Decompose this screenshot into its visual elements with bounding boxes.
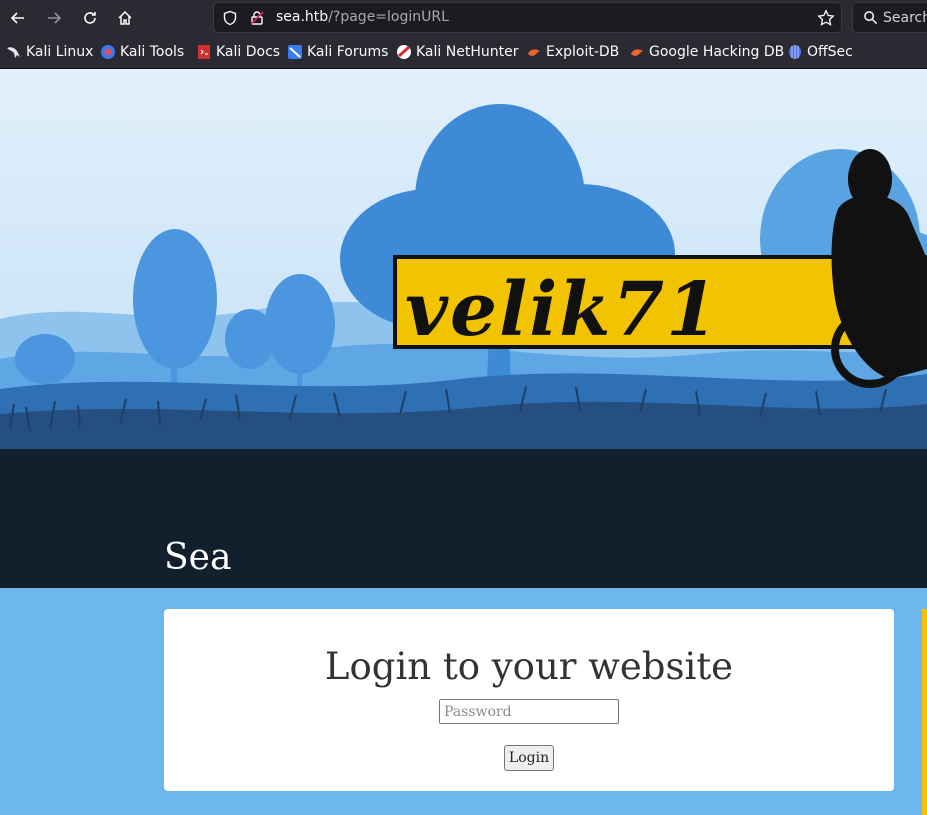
forward-button[interactable] (40, 4, 68, 32)
bookmark-label: Kali Tools (120, 44, 185, 60)
bookmark-kali-nethunter[interactable]: Kali NetHunter (396, 43, 518, 61)
bookmark-label: Google Hacking DB (649, 44, 785, 60)
exploit-db-icon (528, 49, 540, 56)
bookmark-label: Kali Forums (307, 44, 389, 60)
url-host: sea.htb (276, 9, 329, 25)
url-path: /?page=loginURL (328, 9, 449, 25)
bookmark-kali-docs[interactable]: Kali Docs (196, 43, 280, 61)
password-input[interactable] (439, 699, 619, 724)
bookmark-label: Kali Docs (216, 44, 281, 60)
ghdb-icon (631, 49, 643, 56)
kali-docs-icon (198, 45, 210, 59)
bookmark-label: OffSec (807, 44, 853, 60)
bookmark-kali-tools[interactable]: Kali Tools (100, 43, 184, 61)
search-placeholder: Search (883, 10, 927, 26)
banner-logo-text: velik71 (405, 267, 720, 353)
bookmark-google-hacking-db[interactable]: Google Hacking DB (629, 43, 784, 61)
bookmark-exploit-db[interactable]: Exploit-DB (526, 43, 619, 61)
search-box[interactable]: Search (852, 2, 927, 33)
kali-tools-icon (101, 45, 115, 59)
bookmark-offsec[interactable]: OffSec (787, 43, 853, 61)
url-text[interactable]: sea.htb/?page=loginURL (276, 9, 449, 25)
reload-icon (84, 12, 96, 24)
bookmark-label: Exploit-DB (546, 44, 620, 60)
search-icon (864, 11, 878, 25)
kali-nethunter-icon (397, 45, 411, 59)
login-heading: Login to your website (324, 645, 734, 688)
reload-button[interactable] (76, 4, 104, 32)
web-page: velik71 Sea Login to your website Login (0, 69, 927, 815)
kali-forums-icon (288, 45, 302, 59)
login-card: Login to your website Login (164, 609, 894, 791)
shield-icon[interactable] (222, 10, 238, 26)
bookmark-kali-linux[interactable]: Kali Linux (6, 43, 93, 61)
login-button[interactable]: Login (504, 745, 554, 771)
browser-toolbar: sea.htb/?page=loginURL Search (0, 0, 927, 36)
bookmark-star-icon[interactable] (817, 9, 835, 27)
home-button[interactable] (111, 4, 139, 32)
insecure-lock-icon[interactable] (249, 10, 265, 26)
site-title[interactable]: Sea (164, 537, 231, 578)
sidebar-edge (922, 609, 927, 815)
arrow-left-icon (10, 12, 24, 24)
header-banner: velik71 Sea (0, 69, 927, 588)
back-button[interactable] (4, 4, 32, 32)
offsec-icon (789, 45, 801, 59)
address-bar[interactable]: sea.htb/?page=loginURL (213, 2, 842, 33)
bookmark-label: Kali NetHunter (416, 44, 519, 60)
home-icon (118, 10, 132, 25)
bookmarks-toolbar: Kali Linux Kali Tools Kali Docs Kali For… (0, 36, 927, 69)
forest-banner-image: velik71 (0, 69, 927, 588)
arrow-right-icon (48, 12, 62, 24)
bookmark-kali-forums[interactable]: Kali Forums (287, 43, 388, 61)
kali-dragon-icon (7, 47, 20, 58)
bookmark-label: Kali Linux (26, 44, 94, 60)
